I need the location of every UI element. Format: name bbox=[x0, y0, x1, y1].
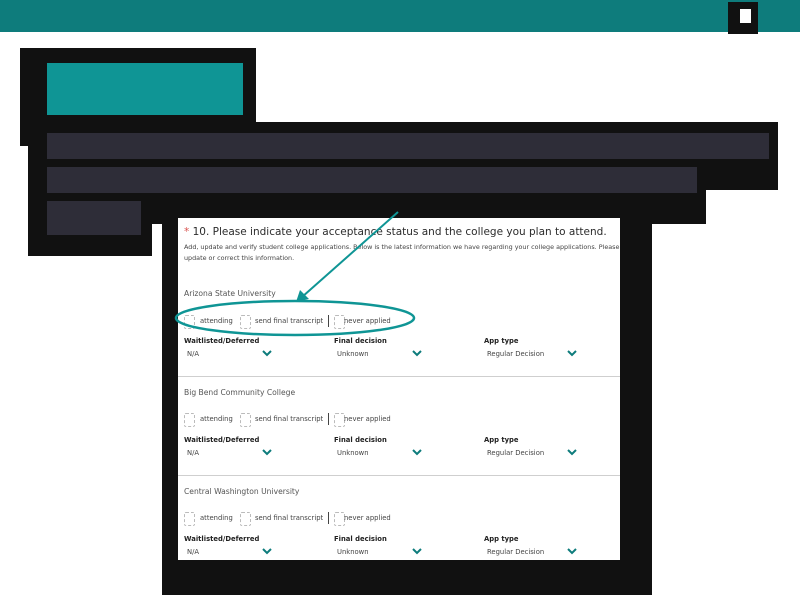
waitlisted-select[interactable]: N/A bbox=[187, 348, 277, 360]
send-transcript-checkbox[interactable] bbox=[240, 413, 251, 427]
app-type-label: App type bbox=[484, 436, 519, 444]
final-decision-value: Unknown bbox=[337, 449, 369, 457]
option-separator bbox=[328, 413, 329, 425]
waitlisted-value: N/A bbox=[187, 548, 200, 556]
waitlisted-select[interactable]: N/A bbox=[187, 447, 277, 459]
redacted-line bbox=[47, 133, 769, 159]
attending-label: attending bbox=[200, 415, 233, 423]
final-decision-label: Final decision bbox=[334, 337, 387, 345]
chevron-down-icon bbox=[262, 548, 272, 555]
required-mark: * bbox=[184, 226, 190, 238]
chevron-down-icon bbox=[412, 350, 422, 357]
heading-highlight bbox=[47, 63, 243, 115]
never-applied-label: never applied bbox=[344, 514, 391, 522]
status-options: attending send final transcript never ap… bbox=[184, 315, 614, 329]
college-divider bbox=[178, 475, 620, 476]
never-applied-label: never applied bbox=[344, 317, 391, 325]
waitlisted-select[interactable]: N/A bbox=[187, 546, 277, 558]
final-decision-value: Unknown bbox=[337, 548, 369, 556]
final-decision-value: Unknown bbox=[337, 350, 369, 358]
app-type-label: App type bbox=[484, 535, 519, 543]
window-control-icon bbox=[740, 9, 751, 23]
option-separator bbox=[328, 512, 329, 524]
chevron-down-icon bbox=[567, 548, 577, 555]
never-applied-label: never applied bbox=[344, 415, 391, 423]
waitlisted-value: N/A bbox=[187, 350, 200, 358]
chevron-down-icon bbox=[262, 449, 272, 456]
final-decision-select[interactable]: Unknown bbox=[337, 447, 427, 459]
waitlisted-label: Waitlisted/Deferred bbox=[184, 337, 260, 345]
attending-label: attending bbox=[200, 317, 233, 325]
app-type-value: Regular Decision bbox=[487, 548, 545, 556]
final-decision-label: Final decision bbox=[334, 436, 387, 444]
attending-checkbox[interactable] bbox=[184, 512, 195, 526]
status-options: attending send final transcript never ap… bbox=[184, 413, 614, 427]
app-type-select[interactable]: Regular Decision bbox=[487, 447, 582, 459]
college-name: Big Bend Community College bbox=[184, 388, 296, 397]
final-decision-label: Final decision bbox=[334, 535, 387, 543]
send-transcript-checkbox[interactable] bbox=[240, 315, 251, 329]
waitlisted-label: Waitlisted/Deferred bbox=[184, 436, 260, 444]
app-type-select[interactable]: Regular Decision bbox=[487, 546, 582, 558]
app-type-label: App type bbox=[484, 337, 519, 345]
question-help: Add, update and verify student college a… bbox=[184, 243, 620, 262]
send-transcript-label: send final transcript bbox=[255, 317, 324, 325]
app-type-select[interactable]: Regular Decision bbox=[487, 348, 582, 360]
attending-checkbox[interactable] bbox=[184, 315, 195, 329]
send-transcript-label: send final transcript bbox=[255, 514, 324, 522]
attending-checkbox[interactable] bbox=[184, 413, 195, 427]
chevron-down-icon bbox=[412, 548, 422, 555]
attending-label: attending bbox=[200, 514, 233, 522]
redacted-line bbox=[47, 201, 141, 235]
chevron-down-icon bbox=[412, 449, 422, 456]
chevron-down-icon bbox=[567, 350, 577, 357]
college-name: Arizona State University bbox=[184, 289, 276, 298]
chevron-down-icon bbox=[567, 449, 577, 456]
waitlisted-label: Waitlisted/Deferred bbox=[184, 535, 260, 543]
send-transcript-label: send final transcript bbox=[255, 415, 324, 423]
question-title: * 10. Please indicate your acceptance st… bbox=[184, 226, 607, 238]
form-screenshot: * 10. Please indicate your acceptance st… bbox=[178, 218, 620, 560]
send-transcript-checkbox[interactable] bbox=[240, 512, 251, 526]
app-type-value: Regular Decision bbox=[487, 350, 545, 358]
option-separator bbox=[328, 315, 329, 327]
final-decision-select[interactable]: Unknown bbox=[337, 348, 427, 360]
college-name: Central Washington University bbox=[184, 487, 300, 496]
status-options: attending send final transcript never ap… bbox=[184, 512, 614, 526]
final-decision-select[interactable]: Unknown bbox=[337, 546, 427, 558]
question-text: 10. Please indicate your acceptance stat… bbox=[192, 226, 607, 238]
top-bar bbox=[0, 0, 800, 32]
waitlisted-value: N/A bbox=[187, 449, 200, 457]
app-type-value: Regular Decision bbox=[487, 449, 545, 457]
redacted-line bbox=[47, 167, 697, 193]
chevron-down-icon bbox=[262, 350, 272, 357]
college-divider bbox=[178, 376, 620, 377]
